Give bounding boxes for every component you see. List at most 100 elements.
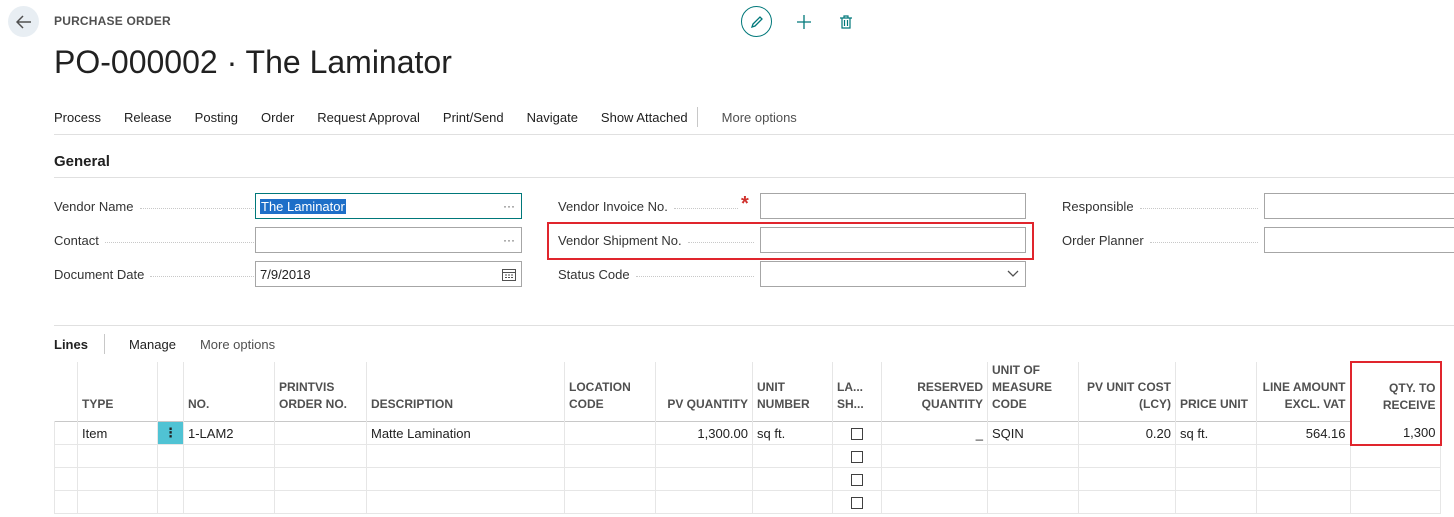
cell-pv-unit-cost[interactable]	[1078, 467, 1176, 491]
cell-uom-code[interactable]	[987, 490, 1079, 514]
cell-no[interactable]	[183, 444, 275, 468]
chevron-down-icon[interactable]	[1001, 270, 1025, 278]
cell-type[interactable]: Item	[77, 421, 158, 445]
cell-qty-to-receive[interactable]: 1,300	[1349, 421, 1442, 446]
col-la-sh[interactable]: LA... SH...	[832, 362, 882, 422]
col-type[interactable]: TYPE	[77, 362, 158, 422]
table-row[interactable]	[54, 467, 1441, 491]
cell-description[interactable]	[366, 444, 565, 468]
cell-unit-number[interactable]: sq ft.	[752, 421, 833, 445]
cell-qty-to-receive[interactable]	[1350, 467, 1441, 491]
document-date-input[interactable]: 7/9/2018	[255, 261, 522, 287]
action-print-send[interactable]: Print/Send	[443, 110, 504, 125]
cell-printvis-order-no[interactable]	[274, 421, 367, 445]
checkbox[interactable]	[851, 497, 863, 510]
cell-la-sh[interactable]	[832, 444, 882, 468]
action-process[interactable]: Process	[54, 110, 101, 125]
new-button[interactable]	[794, 12, 814, 32]
cell-description[interactable]: Matte Lamination	[366, 421, 565, 445]
cell-line-amount[interactable]: 564.16	[1256, 421, 1351, 445]
col-uom-code[interactable]: UNIT OF MEASURE CODE	[987, 362, 1079, 422]
action-navigate[interactable]: Navigate	[527, 110, 578, 125]
cell-menu[interactable]	[157, 444, 184, 468]
vendor-shipment-input[interactable]	[760, 227, 1026, 253]
contact-input[interactable]: ···	[255, 227, 522, 253]
cell-price-unit[interactable]	[1175, 467, 1257, 491]
checkbox[interactable]	[851, 474, 863, 487]
col-pv-quantity[interactable]: PV QUANTITY	[655, 362, 753, 422]
cell-no[interactable]: 1-LAM2	[183, 421, 275, 445]
col-description[interactable]: DESCRIPTION	[366, 362, 565, 422]
cell-type[interactable]	[77, 444, 158, 468]
row-selector[interactable]	[54, 444, 78, 468]
cell-description[interactable]	[366, 467, 565, 491]
cell-pv-quantity[interactable]: 1,300.00	[655, 421, 753, 445]
cell-pv-quantity[interactable]	[655, 444, 753, 468]
cell-price-unit[interactable]	[1175, 490, 1257, 514]
cell-qty-to-receive[interactable]	[1350, 444, 1441, 468]
cell-pv-quantity[interactable]	[655, 467, 753, 491]
delete-button[interactable]	[836, 12, 856, 32]
action-more-options[interactable]: More options	[722, 110, 797, 125]
cell-price-unit[interactable]: sq ft.	[1175, 421, 1257, 445]
checkbox[interactable]	[851, 451, 863, 464]
cell-uom-code[interactable]: SQIN	[987, 421, 1079, 445]
cell-line-amount[interactable]	[1256, 467, 1351, 491]
col-printvis-order-no[interactable]: PRINTVIS ORDER NO.	[274, 362, 367, 422]
general-section-title[interactable]: General	[54, 153, 110, 170]
col-pv-unit-cost[interactable]: PV UNIT COST (LCY)	[1078, 362, 1176, 422]
order-planner-input[interactable]	[1264, 227, 1454, 253]
cell-menu[interactable]	[157, 467, 184, 491]
col-no[interactable]: NO.	[183, 362, 275, 422]
table-row[interactable]	[54, 444, 1441, 468]
cell-printvis-order-no[interactable]	[274, 490, 367, 514]
action-posting[interactable]: Posting	[195, 110, 238, 125]
cell-uom-code[interactable]	[987, 444, 1079, 468]
cell-pv-unit-cost[interactable]: 0.20	[1078, 421, 1176, 445]
responsible-input[interactable]	[1264, 193, 1454, 219]
status-code-select[interactable]	[760, 261, 1026, 287]
edit-button[interactable]	[741, 6, 772, 37]
cell-pv-unit-cost[interactable]	[1078, 444, 1176, 468]
table-row[interactable]	[54, 490, 1441, 514]
vendor-name-input[interactable]: The Laminator ···	[255, 193, 522, 219]
cell-qty-to-receive[interactable]	[1350, 490, 1441, 514]
row-selector[interactable]	[54, 467, 78, 491]
col-reserved-quantity[interactable]: RESERVED QUANTITY	[881, 362, 988, 422]
cell-type[interactable]	[77, 467, 158, 491]
cell-reserved-quantity[interactable]: _	[881, 421, 988, 445]
cell-unit-number[interactable]	[752, 490, 833, 514]
cell-printvis-order-no[interactable]	[274, 467, 367, 491]
cell-location-code[interactable]	[564, 490, 656, 514]
col-unit-number[interactable]: UNIT NUMBER	[752, 362, 833, 422]
cell-line-amount[interactable]	[1256, 444, 1351, 468]
col-price-unit[interactable]: PRICE UNIT	[1175, 362, 1257, 422]
cell-pv-quantity[interactable]	[655, 490, 753, 514]
lines-more-options[interactable]: More options	[200, 337, 275, 352]
action-release[interactable]: Release	[124, 110, 172, 125]
table-row[interactable]: Item ⋮ 1-LAM2 Matte Lamination 1,300.00 …	[54, 421, 1442, 446]
cell-la-sh[interactable]	[832, 490, 882, 514]
col-qty-to-receive[interactable]: QTY. TO RECEIVE	[1349, 361, 1442, 422]
cell-la-sh[interactable]	[832, 467, 882, 491]
vendor-invoice-input[interactable]	[760, 193, 1026, 219]
cell-reserved-quantity[interactable]	[881, 490, 988, 514]
cell-type[interactable]	[77, 490, 158, 514]
cell-la-sh[interactable]	[832, 421, 882, 445]
cell-unit-number[interactable]	[752, 444, 833, 468]
cell-reserved-quantity[interactable]	[881, 444, 988, 468]
cell-reserved-quantity[interactable]	[881, 467, 988, 491]
cell-no[interactable]	[183, 490, 275, 514]
cell-price-unit[interactable]	[1175, 444, 1257, 468]
calendar-icon[interactable]	[497, 268, 521, 281]
action-order[interactable]: Order	[261, 110, 294, 125]
cell-location-code[interactable]	[564, 444, 656, 468]
back-button[interactable]	[8, 6, 39, 37]
action-request-approval[interactable]: Request Approval	[317, 110, 420, 125]
checkbox[interactable]	[851, 428, 863, 441]
row-selector[interactable]	[54, 490, 78, 514]
cell-unit-number[interactable]	[752, 467, 833, 491]
cell-pv-unit-cost[interactable]	[1078, 490, 1176, 514]
row-selector[interactable]	[54, 421, 78, 445]
lines-title[interactable]: Lines	[54, 337, 88, 352]
